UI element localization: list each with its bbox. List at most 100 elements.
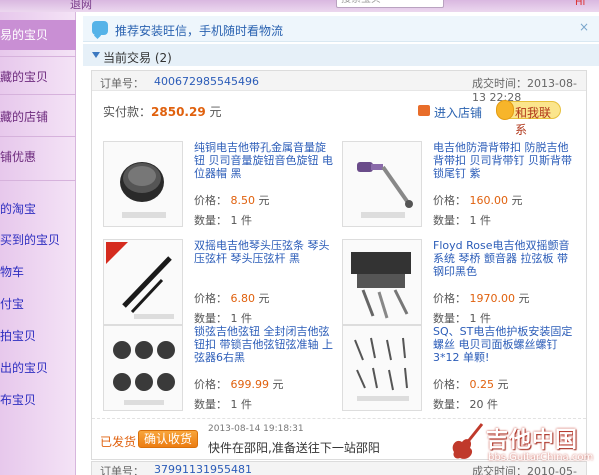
product-name-link[interactable]: 双摇电吉他琴头压弦条 琴头压弦杆 琴头压弦杆 黑 bbox=[194, 239, 334, 265]
order-number-label: 订单号： bbox=[100, 465, 144, 475]
qty-row: 数量： 1 件 bbox=[433, 310, 491, 326]
contact-seller-label: 和我联系 bbox=[515, 106, 552, 137]
price-row: 价格： 6.80 元 bbox=[194, 290, 270, 306]
product-name-link[interactable]: 纯铜电吉他带孔金属音量旋钮 贝司音量旋钮音色旋钮 电位器帽 黑 bbox=[194, 141, 334, 180]
qty-row: 数量： 1 件 bbox=[433, 212, 491, 228]
sidebar-link-alipay[interactable]: 付宝 bbox=[0, 295, 24, 312]
order-item: Floyd Rose电吉他双摇颤音系统 琴桥 颤音器 拉弦板 带钢印黑色 价格：… bbox=[342, 239, 572, 329]
sidebar-link-my-taobao[interactable]: 的淘宝 bbox=[0, 200, 36, 217]
sidebar-link-sold[interactable]: 出的宝贝 bbox=[0, 359, 48, 376]
qty-unit: 件 bbox=[241, 312, 252, 325]
recommend-link[interactable]: 推荐安装旺信，手机随时看物流 bbox=[115, 22, 283, 39]
enter-shop-label: 进入店铺 bbox=[434, 106, 483, 120]
contact-seller-button[interactable]: 和我联系 bbox=[496, 100, 561, 137]
logistics-info: 快件在邵阳,准备送往下一站邵阳 bbox=[208, 441, 380, 455]
qty-unit: 件 bbox=[487, 398, 498, 411]
product-image[interactable] bbox=[342, 141, 422, 227]
top-strip: 退网 搜索宝贝 Hi bbox=[0, 0, 599, 12]
price-label: 价格： bbox=[194, 378, 227, 391]
wangwang-icon bbox=[496, 100, 514, 120]
qty-row: 数量： 20 件 bbox=[433, 396, 498, 412]
search-input[interactable]: 搜索宝贝 bbox=[336, 0, 444, 8]
sidebar-link-cart[interactable]: 物车 bbox=[0, 263, 24, 280]
product-image[interactable] bbox=[342, 325, 422, 411]
qty-label: 数量： bbox=[194, 398, 227, 411]
paid-value: 2850.29 bbox=[151, 105, 206, 119]
qty-row: 数量： 1 件 bbox=[194, 310, 252, 326]
sidebar-link-publish[interactable]: 布宝贝 bbox=[0, 391, 36, 408]
guitar-icon bbox=[452, 423, 484, 459]
price-value: 1970.00 bbox=[469, 292, 516, 305]
price-value: 160.00 bbox=[469, 194, 509, 207]
current-trades-header[interactable]: 当前交易 (2) bbox=[83, 44, 599, 66]
sidebar-divider bbox=[0, 136, 76, 137]
sidebar-divider bbox=[0, 180, 76, 181]
product-image[interactable] bbox=[103, 325, 183, 411]
paid-unit: 元 bbox=[209, 105, 222, 119]
watermark: 吉他中国 bbs.GuitarChina.com bbox=[448, 418, 598, 473]
qty-label: 数量： bbox=[433, 398, 466, 411]
close-icon[interactable]: × bbox=[579, 20, 589, 34]
main-content: 推荐安装旺信，手机随时看物流 × 当前交易 (2) 订单号： 400672985… bbox=[77, 12, 599, 475]
sidebar-item-fav-shops[interactable]: 藏的店铺 bbox=[0, 108, 76, 125]
confirm-receipt-button[interactable]: 确认收货 bbox=[138, 430, 198, 448]
price-unit: 元 bbox=[518, 292, 530, 305]
price-label: 价格： bbox=[194, 292, 227, 305]
order-time: 成交时间：2013-08-13 22:28 bbox=[472, 75, 586, 104]
enter-shop-link[interactable]: 进入店铺 bbox=[418, 104, 482, 121]
qty-label: 数量： bbox=[433, 214, 466, 227]
order-item: 双摇电吉他琴头压弦条 琴头压弦杆 琴头压弦杆 黑 价格： 6.80 元 数量： … bbox=[103, 239, 333, 329]
shop-bag-icon bbox=[418, 105, 430, 116]
price-unit: 元 bbox=[258, 194, 270, 207]
price-row: 价格： 8.50 元 bbox=[194, 192, 270, 208]
qty-unit: 件 bbox=[480, 214, 491, 227]
product-image[interactable] bbox=[103, 239, 183, 325]
recommend-bar: 推荐安装旺信，手机随时看物流 × bbox=[83, 16, 599, 42]
watermark-title: 吉他中国 bbox=[486, 428, 579, 453]
price-row: 价格： 1970.00 元 bbox=[433, 290, 530, 306]
sidebar: 易的宝贝 藏的宝贝 藏的店铺 铺优惠 的淘宝 买到的宝贝 物车 付宝 拍宝贝 出… bbox=[0, 12, 76, 475]
site-title-fragment: 退网 bbox=[70, 0, 92, 11]
current-trades-label: 当前交易 (2) bbox=[103, 51, 172, 65]
greeting-text: Hi bbox=[575, 0, 586, 8]
qty-value: 20 bbox=[469, 398, 484, 411]
sidebar-item-shop-discount[interactable]: 铺优惠 bbox=[0, 148, 76, 165]
sidebar-item-fav-items[interactable]: 藏的宝贝 bbox=[0, 68, 76, 85]
order-item: SQ、ST电吉他护板安装固定螺丝 电贝司面板螺丝螺钉 3*12 单颗! 价格： … bbox=[342, 325, 572, 415]
sidebar-divider bbox=[0, 56, 76, 57]
order-time-label: 成交时间： bbox=[472, 77, 527, 90]
price-value: 699.99 bbox=[230, 378, 270, 391]
price-unit: 元 bbox=[272, 378, 284, 391]
qty-value: 1 bbox=[469, 214, 477, 227]
qty-value: 1 bbox=[230, 312, 238, 325]
qty-value: 1 bbox=[469, 312, 477, 325]
order-number[interactable]: 400672985545496 bbox=[154, 75, 259, 88]
product-name-link[interactable]: SQ、ST电吉他护板安装固定螺丝 电贝司面板螺丝螺钉 3*12 单颗! bbox=[433, 325, 573, 364]
price-value: 6.80 bbox=[230, 292, 256, 305]
product-image[interactable] bbox=[103, 141, 183, 227]
sidebar-link-bought[interactable]: 买到的宝贝 bbox=[0, 231, 60, 248]
price-row: 价格： 0.25 元 bbox=[433, 376, 509, 392]
paid-amount: 实付款：2850.29 元 bbox=[103, 103, 222, 120]
price-label: 价格： bbox=[194, 194, 227, 207]
chevron-down-icon bbox=[92, 52, 100, 58]
price-unit: 元 bbox=[258, 292, 270, 305]
product-image[interactable] bbox=[342, 239, 422, 325]
price-unit: 元 bbox=[497, 378, 509, 391]
price-value: 0.25 bbox=[469, 378, 495, 391]
order-number[interactable]: 37991131955481 bbox=[154, 463, 252, 475]
price-label: 价格： bbox=[433, 378, 466, 391]
chat-bubble-icon bbox=[92, 21, 108, 35]
sidebar-link-bidding[interactable]: 拍宝贝 bbox=[0, 327, 36, 344]
product-name-link[interactable]: 电吉他防滑背带扣 防脱吉他背带扣 贝司背带钉 贝斯背带锁尾钉 紫 bbox=[433, 141, 573, 180]
sidebar-item-traded[interactable]: 易的宝贝 bbox=[0, 20, 76, 50]
product-name-link[interactable]: Floyd Rose电吉他双摇颤音系统 琴桥 颤音器 拉弦板 带钢印黑色 bbox=[433, 239, 573, 278]
qty-row: 数量： 1 件 bbox=[194, 212, 252, 228]
qty-label: 数量： bbox=[433, 312, 466, 325]
logistics-time: 2013-08-14 19:18:31 bbox=[208, 424, 304, 434]
qty-unit: 件 bbox=[480, 312, 491, 325]
order-item: 电吉他防滑背带扣 防脱吉他背带扣 贝司背带钉 贝斯背带锁尾钉 紫 价格： 160… bbox=[342, 141, 572, 231]
status-badge: 已发货 bbox=[100, 435, 137, 449]
qty-unit: 件 bbox=[241, 214, 252, 227]
product-name-link[interactable]: 锁弦吉他弦钮 全封闭吉他弦钮扣 带锁吉他弦钮弦准轴 上弦器6右黑 bbox=[194, 325, 334, 364]
